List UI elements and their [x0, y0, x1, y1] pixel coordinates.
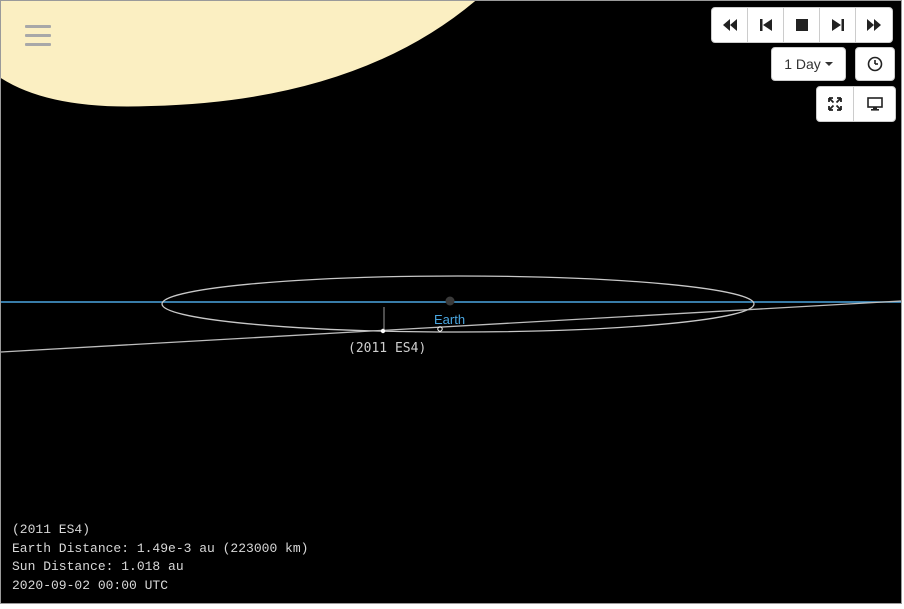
clock-icon	[867, 56, 883, 72]
step-back-button[interactable]	[748, 8, 784, 42]
object-info-panel: (2011 ES4) Earth Distance: 1.49e-3 au (2…	[12, 521, 308, 595]
info-datetime: 2020-09-02 00:00 UTC	[12, 577, 169, 593]
orbit-viewport[interactable]: 1 Day Earth (2011 ES4) (2011 ES4) Earth …	[1, 1, 901, 603]
earth-label: Earth	[434, 312, 466, 327]
step-back-icon	[759, 19, 772, 31]
monitor-icon	[866, 97, 883, 111]
info-sun-distance: Sun Distance: 1.018 au	[12, 559, 184, 574]
fullscreen-icon	[828, 97, 842, 111]
info-earth-distance: Earth Distance: 1.49e-3 au (223000 km)	[12, 540, 309, 556]
fullscreen-button[interactable]	[817, 87, 854, 121]
fast-rewind-icon	[722, 19, 737, 31]
object-marker	[380, 328, 386, 334]
display-button[interactable]	[854, 87, 895, 121]
earth-marker	[445, 296, 455, 306]
stop-icon	[795, 19, 808, 31]
sun-body	[1, 1, 476, 107]
time-step-label: 1 Day	[784, 56, 821, 72]
info-object-name: (2011 ES4)	[12, 522, 91, 537]
playback-controls	[711, 7, 893, 43]
hamburger-menu-icon[interactable]	[25, 25, 51, 47]
stop-button[interactable]	[784, 8, 820, 42]
chevron-down-icon	[824, 62, 833, 66]
fast-forward-icon	[867, 19, 881, 31]
step-forward-icon	[831, 19, 844, 31]
object-label: (2011 ES4)	[348, 341, 427, 356]
clock-button[interactable]	[855, 47, 895, 81]
fast-rewind-button[interactable]	[712, 8, 748, 42]
time-step-dropdown[interactable]: 1 Day	[771, 47, 846, 81]
fast-forward-button[interactable]	[856, 8, 892, 42]
orbit-scene	[1, 1, 901, 353]
step-forward-button[interactable]	[820, 8, 856, 42]
view-controls	[816, 86, 896, 122]
